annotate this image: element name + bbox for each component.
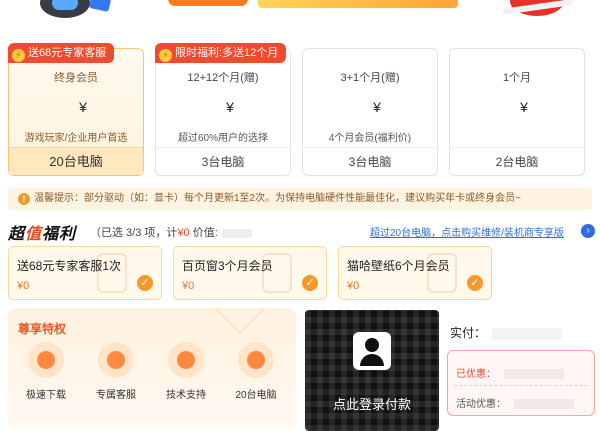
notice-bar: ! 温馨提示：部分驱动（如：显卡）每个月更新1至2次。为保持电脑硬件性能最佳化，…: [8, 188, 592, 210]
plan-tag: ⚡ 送68元专家客服: [8, 43, 115, 63]
check-icon[interactable]: ✓: [302, 275, 318, 291]
gift-title: 猫哈壁纸6个月会员: [347, 259, 450, 273]
gift-value: ¥0: [347, 280, 360, 292]
check-icon[interactable]: ✓: [467, 275, 483, 291]
plan-devices: 20台电脑: [9, 147, 143, 175]
gift-title: 送68元专家客服1次: [17, 259, 122, 273]
plan-note: 超过60%用户的选择: [177, 133, 268, 144]
privilege-item: 极速下载: [14, 342, 78, 401]
dealer-edition-link[interactable]: 超过20台电脑，点击购买维修/装机商专享版: [370, 224, 564, 239]
discount-box: 已优惠： 活动优惠：: [447, 350, 595, 416]
discount-row: 已优惠：: [456, 365, 564, 380]
monitor-icon: [238, 342, 274, 378]
plan-name: 3+1个月(赠): [340, 72, 400, 84]
plan-card-12-plus-12[interactable]: ⚡ 限时福利:多送12个月 12+12个月(赠) ¥ 超过60%用户的选择 3台电…: [155, 43, 291, 176]
plan-price: ¥: [520, 99, 528, 115]
plan-devices: 2台电脑: [450, 147, 584, 175]
headset-icon: [98, 342, 134, 378]
notice-text: 温馨提示：部分驱动（如：显卡）每个月更新1至2次。为保持电脑硬件性能最佳化，建议…: [34, 193, 521, 204]
privileges-title: 尊享特权: [18, 322, 67, 336]
plan-note: 4个月会员(福利价): [328, 133, 412, 144]
login-pay-qr[interactable]: 点此登录付款: [305, 310, 439, 431]
gift-card-blinds[interactable]: 百页窗3个月会员 ¥0 ✓: [173, 246, 327, 300]
plan-price: ¥: [79, 99, 87, 115]
plan-tag: ⚡ 限时福利:多送12个月: [155, 43, 287, 63]
plan-devices: 3台电脑: [303, 147, 437, 175]
gift-card-wallpaper[interactable]: 猫哈壁纸6个月会员 ¥0 ✓: [338, 246, 492, 300]
lightning-icon: ⚡: [12, 49, 25, 62]
plan-name: 12+12个月(赠): [187, 72, 259, 84]
lightning-icon: ⚡: [159, 49, 172, 62]
privilege-item: 20台电脑: [224, 342, 288, 401]
rocket-icon: [28, 342, 64, 378]
actual-payment: 实付：: [450, 324, 563, 341]
plan-devices: 3台电脑: [156, 147, 290, 175]
qr-label: 点此登录付款: [332, 397, 411, 412]
plan-price: ¥: [373, 99, 381, 115]
privilege-item: 技术支持: [154, 342, 218, 401]
plan-card-3-plus-1[interactable]: 3+1个月(赠) ¥ 4个月会员(福利价) 3台电脑: [302, 48, 438, 176]
privilege-item: 专属客服: [84, 342, 148, 401]
privileges-panel: 尊享特权 极速下载 专属客服 技术支持 20台电脑: [8, 308, 296, 428]
gift-title: 百页窗3个月会员: [182, 259, 273, 273]
gift-value: ¥0: [182, 280, 195, 292]
plan-note: 游戏玩家/企业用户首选: [24, 133, 128, 144]
promo-banner: [0, 0, 600, 40]
watermark-shape: [211, 308, 269, 335]
support-person-icon: [168, 342, 204, 378]
plan-name: 1个月: [502, 72, 532, 84]
exclamation-icon: !: [18, 193, 30, 205]
plan-price: ¥: [226, 99, 234, 115]
promo-row: 活动优惠：: [456, 395, 574, 410]
plan-card-lifetime[interactable]: ⚡ 送68元专家客服 终身会员 ¥ 游戏玩家/企业用户首选 20台电脑: [8, 43, 144, 176]
plan-name: 终身会员: [54, 72, 98, 84]
arrow-right-icon[interactable]: ›: [581, 224, 595, 238]
gift-value: ¥0: [17, 280, 30, 292]
plan-card-1-month[interactable]: 1个月 ¥ 2台电脑: [449, 48, 585, 176]
mascot-illustration: [40, 0, 90, 18]
banner-headline: [258, 0, 458, 8]
banner-stamp: [510, 0, 564, 16]
welfare-title: 超值福利: [8, 226, 77, 243]
welfare-summary: （已选 3/3 项，计¥0 价值:: [90, 224, 252, 240]
banner-pill: [168, 0, 248, 6]
user-icon: [353, 332, 391, 370]
gift-illustration: [88, 0, 112, 12]
check-icon[interactable]: ✓: [137, 275, 153, 291]
gift-card-expert-service[interactable]: 送68元专家客服1次 ¥0 ✓: [8, 246, 162, 300]
